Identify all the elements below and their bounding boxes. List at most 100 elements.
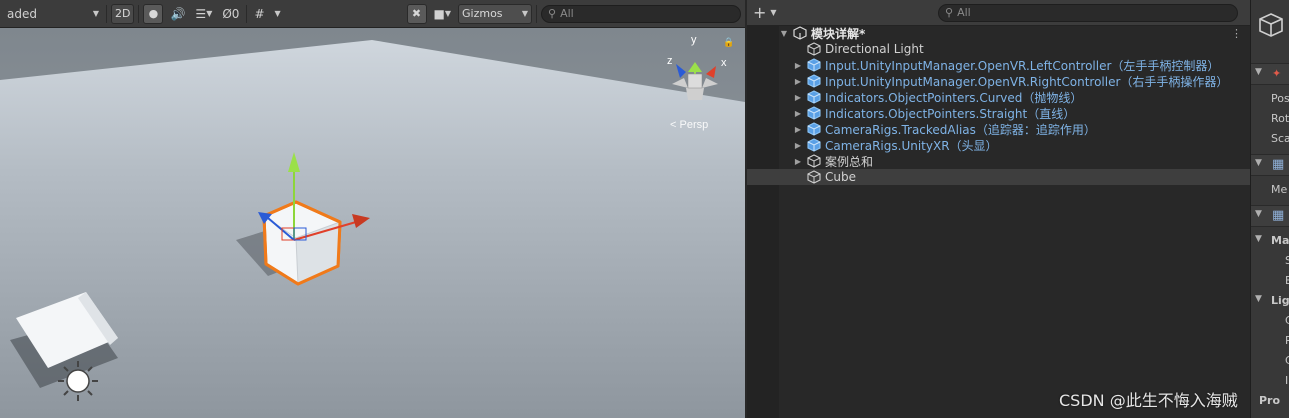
- effects-dropdown[interactable]: ☰ ▼: [192, 4, 215, 24]
- materials-label: Ma: [1271, 234, 1289, 247]
- cast-shadows-label: C: [1285, 314, 1289, 327]
- hierarchy-item[interactable]: ▶ Indicators.ObjectPointers.Curved（抛物线）: [747, 89, 1250, 105]
- tools-button[interactable]: ✖: [406, 3, 427, 24]
- hidden-eye-icon: Ø: [222, 6, 232, 21]
- hierarchy-panel: + ▼ ⚲ All ▼ 模块详解* ⋮ Directional Light ▶ In…: [747, 0, 1250, 418]
- mesh-filter-header[interactable]: ▼ ▦: [1251, 154, 1289, 176]
- transform-header[interactable]: ▼ ✦: [1251, 63, 1289, 85]
- lightbulb-icon: ●: [148, 7, 159, 20]
- hierarchy-item-label: 案例总和: [825, 154, 874, 169]
- position-label: Pos: [1271, 92, 1289, 105]
- foldout-icon: ▼: [1255, 158, 1262, 168]
- hierarchy-item-label: Cube: [825, 170, 856, 184]
- persp-chevron-icon: <: [670, 119, 677, 131]
- hierarchy-item[interactable]: ▶ Input.UnityInputManager.OpenVR.RightCon…: [747, 73, 1250, 89]
- add-plus-icon[interactable]: +: [753, 3, 766, 22]
- scene-viewport[interactable]: y x z: [0, 0, 745, 418]
- axis-x-label: x: [721, 57, 727, 69]
- collapsed-foldout-icon[interactable]: ▶: [793, 109, 803, 118]
- toolbar-divider: [536, 4, 537, 23]
- collapsed-foldout-icon[interactable]: ▶: [793, 77, 803, 86]
- rotation-label: Rot: [1271, 112, 1289, 125]
- hierarchy-item[interactable]: ▶ 案例总和: [747, 153, 1250, 169]
- scene-search-input[interactable]: ⚲ All: [541, 4, 741, 23]
- prefab-cube-icon: [807, 138, 821, 152]
- collapsed-foldout-icon[interactable]: ▶: [793, 157, 803, 166]
- prefab-cube-icon: [807, 106, 821, 120]
- hierarchy-search-placeholder: All: [957, 6, 971, 19]
- chevron-down-icon[interactable]: ▼: [770, 8, 776, 17]
- search-icon: ⚲: [945, 6, 954, 19]
- draw-mode-dropdown[interactable]: aded ▼: [4, 4, 102, 24]
- chevron-down-icon: ▼: [521, 9, 528, 18]
- mesh-renderer-header[interactable]: ▼ ▦: [1251, 205, 1289, 227]
- camera-dropdown[interactable]: ■ ▼: [431, 4, 455, 24]
- prefab-cube-icon: [807, 90, 821, 104]
- foldout-icon: ▼: [1255, 209, 1262, 219]
- gameobject-icon: [807, 170, 821, 184]
- ground-plane[interactable]: [0, 40, 745, 418]
- axis-y-label: y: [691, 34, 697, 46]
- draw-mode-label: aded: [7, 6, 37, 21]
- lighting-label: Lig: [1271, 294, 1289, 307]
- probes-label: Pro: [1259, 394, 1281, 407]
- toolbar-divider: [106, 4, 107, 23]
- hierarchy-item-label: CameraRigs.TrackedAlias（追踪器：追踪作用）: [825, 122, 1096, 137]
- chevron-down-icon: ▼: [206, 9, 213, 18]
- gizmos-dropdown[interactable]: Gizmos ▼: [458, 3, 532, 24]
- hierarchy-search-input[interactable]: ⚲ All: [938, 3, 1238, 22]
- scene-toolbar: aded ▼ 2D ● 🔊 ☰ ▼ Ø 0 # ▼ ✖ ■ ▼ Gizmos ▼ ⚲…: [0, 0, 745, 28]
- hierarchy-item[interactable]: ▶ CameraRigs.TrackedAlias（追踪器：追踪作用）: [747, 121, 1250, 137]
- unity-scene-icon: [793, 26, 807, 40]
- collapsed-foldout-icon[interactable]: ▶: [793, 93, 803, 102]
- scale-label: Sca: [1271, 132, 1289, 145]
- hierarchy-item-label: Indicators.ObjectPointers.Straight（直线）: [825, 106, 1076, 121]
- collapsed-foldout-icon[interactable]: ▶: [793, 125, 803, 134]
- grid-dropdown[interactable]: ▼: [272, 4, 284, 24]
- hierarchy-item[interactable]: Directional Light: [747, 41, 1250, 57]
- collapsed-foldout-icon[interactable]: ▶: [793, 61, 803, 70]
- hierarchy-item-label: CameraRigs.UnityXR（头显）: [825, 138, 998, 153]
- receive-shadows-label: R: [1285, 334, 1289, 347]
- 2d-toggle-button[interactable]: 2D: [111, 3, 135, 24]
- layers-icon: ☰: [195, 6, 207, 21]
- lighting-toggle-button[interactable]: ●: [143, 3, 164, 24]
- scene-view[interactable]: y x z 🔒 < Persp aded ▼ 2D ● 🔊 ☰ ▼ Ø 0 # ▼…: [0, 0, 745, 418]
- contribute-gi-label: C: [1285, 354, 1289, 367]
- gameobject-cube-icon: [1259, 13, 1283, 37]
- foldout-icon[interactable]: ▼: [1255, 234, 1262, 244]
- gizmos-label: Gizmos: [462, 7, 503, 20]
- persp-label: Persp: [679, 119, 709, 131]
- foldout-icon[interactable]: ▼: [1255, 294, 1262, 304]
- gi-label: I: [1285, 374, 1289, 387]
- lock-icon[interactable]: 🔒: [723, 38, 734, 48]
- inspector-panel: ▼ ✦ Pos Rot Sca ▼ ▦ Me ▼ ▦ ▼ Ma S E ▼ Li…: [1250, 0, 1289, 418]
- scene-root-row[interactable]: ▼ 模块详解*: [747, 25, 1250, 41]
- sun-icon[interactable]: [58, 361, 98, 401]
- hierarchy-item[interactable]: Cube: [747, 169, 1250, 185]
- gameobject-icon: [807, 42, 821, 56]
- hierarchy-item-label: Directional Light: [825, 42, 924, 56]
- audio-toggle-button[interactable]: 🔊: [167, 4, 188, 24]
- hierarchy-item[interactable]: ▶ CameraRigs.UnityXR（头显）: [747, 137, 1250, 153]
- grid-toggle-button[interactable]: #: [251, 4, 267, 24]
- scene-visibility-toggle[interactable]: Ø 0: [219, 4, 242, 24]
- chevron-down-icon: ▼: [274, 9, 281, 18]
- camera-icon: ■: [433, 6, 445, 21]
- size-label: S: [1285, 254, 1289, 267]
- projection-toggle[interactable]: < Persp: [670, 119, 708, 131]
- collapsed-foldout-icon[interactable]: ▶: [793, 141, 803, 150]
- hierarchy-toolbar: + ▼ ⚲ All: [747, 0, 1250, 26]
- foldout-icon: ▼: [1255, 67, 1262, 77]
- more-options-icon[interactable]: ⋮: [1231, 27, 1242, 40]
- transform-icon: ✦: [1272, 67, 1282, 80]
- chevron-down-icon: ▼: [92, 9, 99, 18]
- toolbar-divider: [246, 4, 248, 23]
- prefab-cube-icon: [807, 74, 821, 88]
- prefab-cube-icon: [807, 58, 821, 72]
- expanded-foldout-icon[interactable]: ▼: [779, 29, 789, 38]
- hierarchy-item[interactable]: ▶ Indicators.ObjectPointers.Straight（直线）: [747, 105, 1250, 121]
- gameobject-icon: [807, 154, 821, 168]
- watermark-text: CSDN @此生不悔入海贼: [1059, 391, 1238, 410]
- hierarchy-item[interactable]: ▶ Input.UnityInputManager.OpenVR.LeftCont…: [747, 57, 1250, 73]
